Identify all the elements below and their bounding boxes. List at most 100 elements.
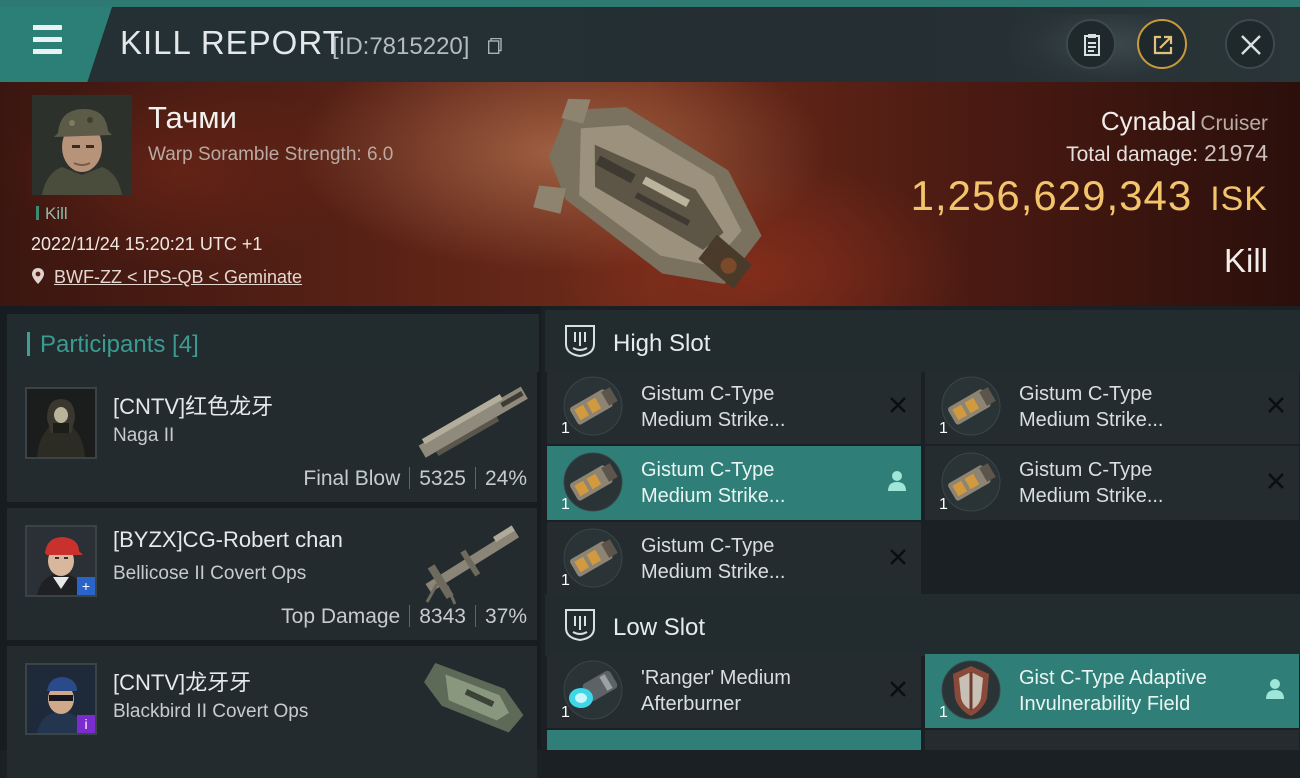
module-item[interactable]: 1 'Ranger' Medium Afterburner xyxy=(547,654,921,728)
module-name-line2: Medium Strike... xyxy=(641,409,786,431)
menu-icon-bar xyxy=(28,49,62,54)
close-button[interactable] xyxy=(1225,19,1275,69)
module-name-line2: Medium Strike... xyxy=(641,485,786,507)
participant-ship-image xyxy=(424,662,524,733)
participant-ship: Naga II xyxy=(113,425,175,446)
destroyed-icon xyxy=(890,549,906,565)
pilot-portrait-image xyxy=(27,389,95,457)
module-name-line2: Medium Strike... xyxy=(1019,485,1164,507)
ship-class: Cruiser xyxy=(1200,112,1268,135)
module-quantity: 1 xyxy=(561,572,570,589)
menu-icon xyxy=(28,25,62,30)
participant-avatar[interactable]: i xyxy=(25,663,97,735)
missile-launcher-icon xyxy=(563,452,623,512)
module-name-line2: Invulnerability Field xyxy=(1019,693,1191,715)
menu-icon-dot xyxy=(28,37,33,42)
participant-name[interactable]: [BYZX]CG-Robert chan xyxy=(113,527,343,553)
victim-portrait[interactable] xyxy=(32,95,132,195)
participant-ship-image xyxy=(418,386,528,458)
module-name-line1: Gistum C-Type xyxy=(1019,383,1153,405)
missile-launcher-icon xyxy=(563,528,623,588)
missile-launcher-icon xyxy=(563,376,623,436)
module-item[interactable]: 1 Gistum C-Type Medium Strike... xyxy=(547,370,921,444)
module-name-line2: Medium Strike... xyxy=(1019,409,1164,431)
module-name-line2: Afterburner xyxy=(641,693,742,715)
victim-ship-name: Cynabal Cruiser xyxy=(1101,106,1268,137)
isk-unit: ISK xyxy=(1210,180,1268,218)
warp-scramble-strength: Warp Soramble Strength: 6.0 xyxy=(148,144,394,165)
location-pin-icon xyxy=(32,268,44,284)
module-name-line1: Gistum C-Type xyxy=(1019,459,1153,481)
shield-module-icon xyxy=(941,660,1001,720)
victim-name[interactable]: Тачми xyxy=(148,100,237,136)
module-name-line1: Gistum C-Type xyxy=(641,459,775,481)
participant-ship: Blackbird II Covert Ops xyxy=(113,701,309,722)
low-slot-header: Low Slot xyxy=(545,594,1300,656)
participant-role: Top Damage xyxy=(281,605,401,628)
kill-location-link[interactable]: BWF-ZZ < IPS-QB < Geminate xyxy=(54,267,302,288)
module-name: Gistum C-Type Medium Strike... xyxy=(641,381,881,433)
missile-launcher-icon xyxy=(941,452,1001,512)
module-name: Gistum C-Type Medium Strike... xyxy=(1019,381,1259,433)
module-item[interactable]: 1 Gistum C-Type Medium Strike... xyxy=(547,446,921,520)
ship-type[interactable]: Cynabal xyxy=(1101,106,1196,136)
destroyed-icon xyxy=(890,397,906,413)
participant-card[interactable]: + [BYZX]CG-Robert chan Bellicose II Cove… xyxy=(7,508,537,640)
participant-card[interactable]: [CNTV]红色龙牙 Naga II Final Blow 5325 24% xyxy=(7,370,537,502)
participant-damage: 5325 xyxy=(419,467,466,490)
high-slot-header: High Slot xyxy=(545,310,1300,372)
module-quantity: 1 xyxy=(561,704,570,721)
module-item[interactable]: 1 Gistum C-Type Medium Strike... xyxy=(925,446,1299,520)
person-icon xyxy=(1266,679,1284,699)
participant-avatar[interactable]: + xyxy=(25,525,97,597)
module-name: Gist C-Type Adaptive Invulnerability Fiel… xyxy=(1019,665,1259,717)
participant-percent: 24% xyxy=(484,467,527,490)
module-name: 'Ranger' Medium Afterburner xyxy=(641,665,881,717)
participant-damage: 8343 xyxy=(419,605,466,628)
module-item[interactable] xyxy=(547,730,921,750)
participant-name[interactable]: [CNTV]红色龙牙 xyxy=(113,389,273,421)
module-name-line1: Gist C-Type Adaptive xyxy=(1019,667,1207,689)
module-quantity: 1 xyxy=(939,496,948,513)
module-item[interactable]: 1 Gist C-Type Adaptive Invulnerability Fi… xyxy=(925,654,1299,728)
info-badge-icon: i xyxy=(77,715,95,733)
pilot-portrait-image xyxy=(32,95,132,195)
module-item[interactable]: 1 Gistum C-Type Medium Strike... xyxy=(547,522,921,596)
low-slot-icon xyxy=(565,609,595,642)
victim-ship-image[interactable] xyxy=(518,90,788,300)
module-quantity: 1 xyxy=(939,704,948,721)
copy-icon[interactable] xyxy=(488,38,502,54)
close-icon xyxy=(1241,35,1261,55)
participant-name[interactable]: [CNTV]龙牙牙 xyxy=(113,665,251,697)
module-name: Gistum C-Type Medium Strike... xyxy=(1019,457,1259,509)
participant-stats: Top Damage 8343 37% xyxy=(281,605,527,629)
module-item[interactable] xyxy=(925,730,1299,750)
person-icon xyxy=(888,471,906,491)
module-item[interactable]: 1 Gistum C-Type Medium Strike... xyxy=(925,370,1299,444)
participant-avatar[interactable] xyxy=(25,387,97,459)
total-damage: Total damage: 21974 xyxy=(1066,140,1268,167)
destroyed-icon xyxy=(1268,473,1284,489)
fitting-panel: High Slot 1 Gistum C-Type Medium Strike..… xyxy=(541,306,1300,750)
total-damage-label: Total damage: xyxy=(1066,143,1199,166)
module-quantity: 1 xyxy=(561,496,570,513)
module-name-line1: Gistum C-Type xyxy=(641,535,775,557)
clipboard-button[interactable] xyxy=(1066,19,1116,69)
header-marker xyxy=(27,332,30,356)
destroyed-icon xyxy=(890,681,906,697)
high-slot-icon xyxy=(565,325,595,358)
menu-button[interactable] xyxy=(0,7,112,82)
plus-icon: + xyxy=(77,577,95,595)
kill-datetime: 2022/11/24 15:20:21 UTC +1 xyxy=(31,234,263,254)
report-id: [ID:7815220] xyxy=(332,33,470,60)
top-accent-line xyxy=(0,0,1300,7)
total-damage-value: 21974 xyxy=(1204,140,1268,166)
participants-title: Participants [4] xyxy=(40,331,199,358)
participants-panel: Participants [4] [CNTV]红色龙牙 Naga II Fina… xyxy=(0,306,541,778)
participant-card[interactable]: i [CNTV]龙牙牙 Blackbird II Covert Ops xyxy=(7,646,537,778)
module-name-line1: 'Ranger' Medium xyxy=(641,667,791,689)
kill-tag: Kill xyxy=(36,204,68,224)
kill-result: Kill xyxy=(1223,242,1268,279)
share-button[interactable] xyxy=(1137,19,1187,69)
participant-percent: 37% xyxy=(484,605,527,628)
